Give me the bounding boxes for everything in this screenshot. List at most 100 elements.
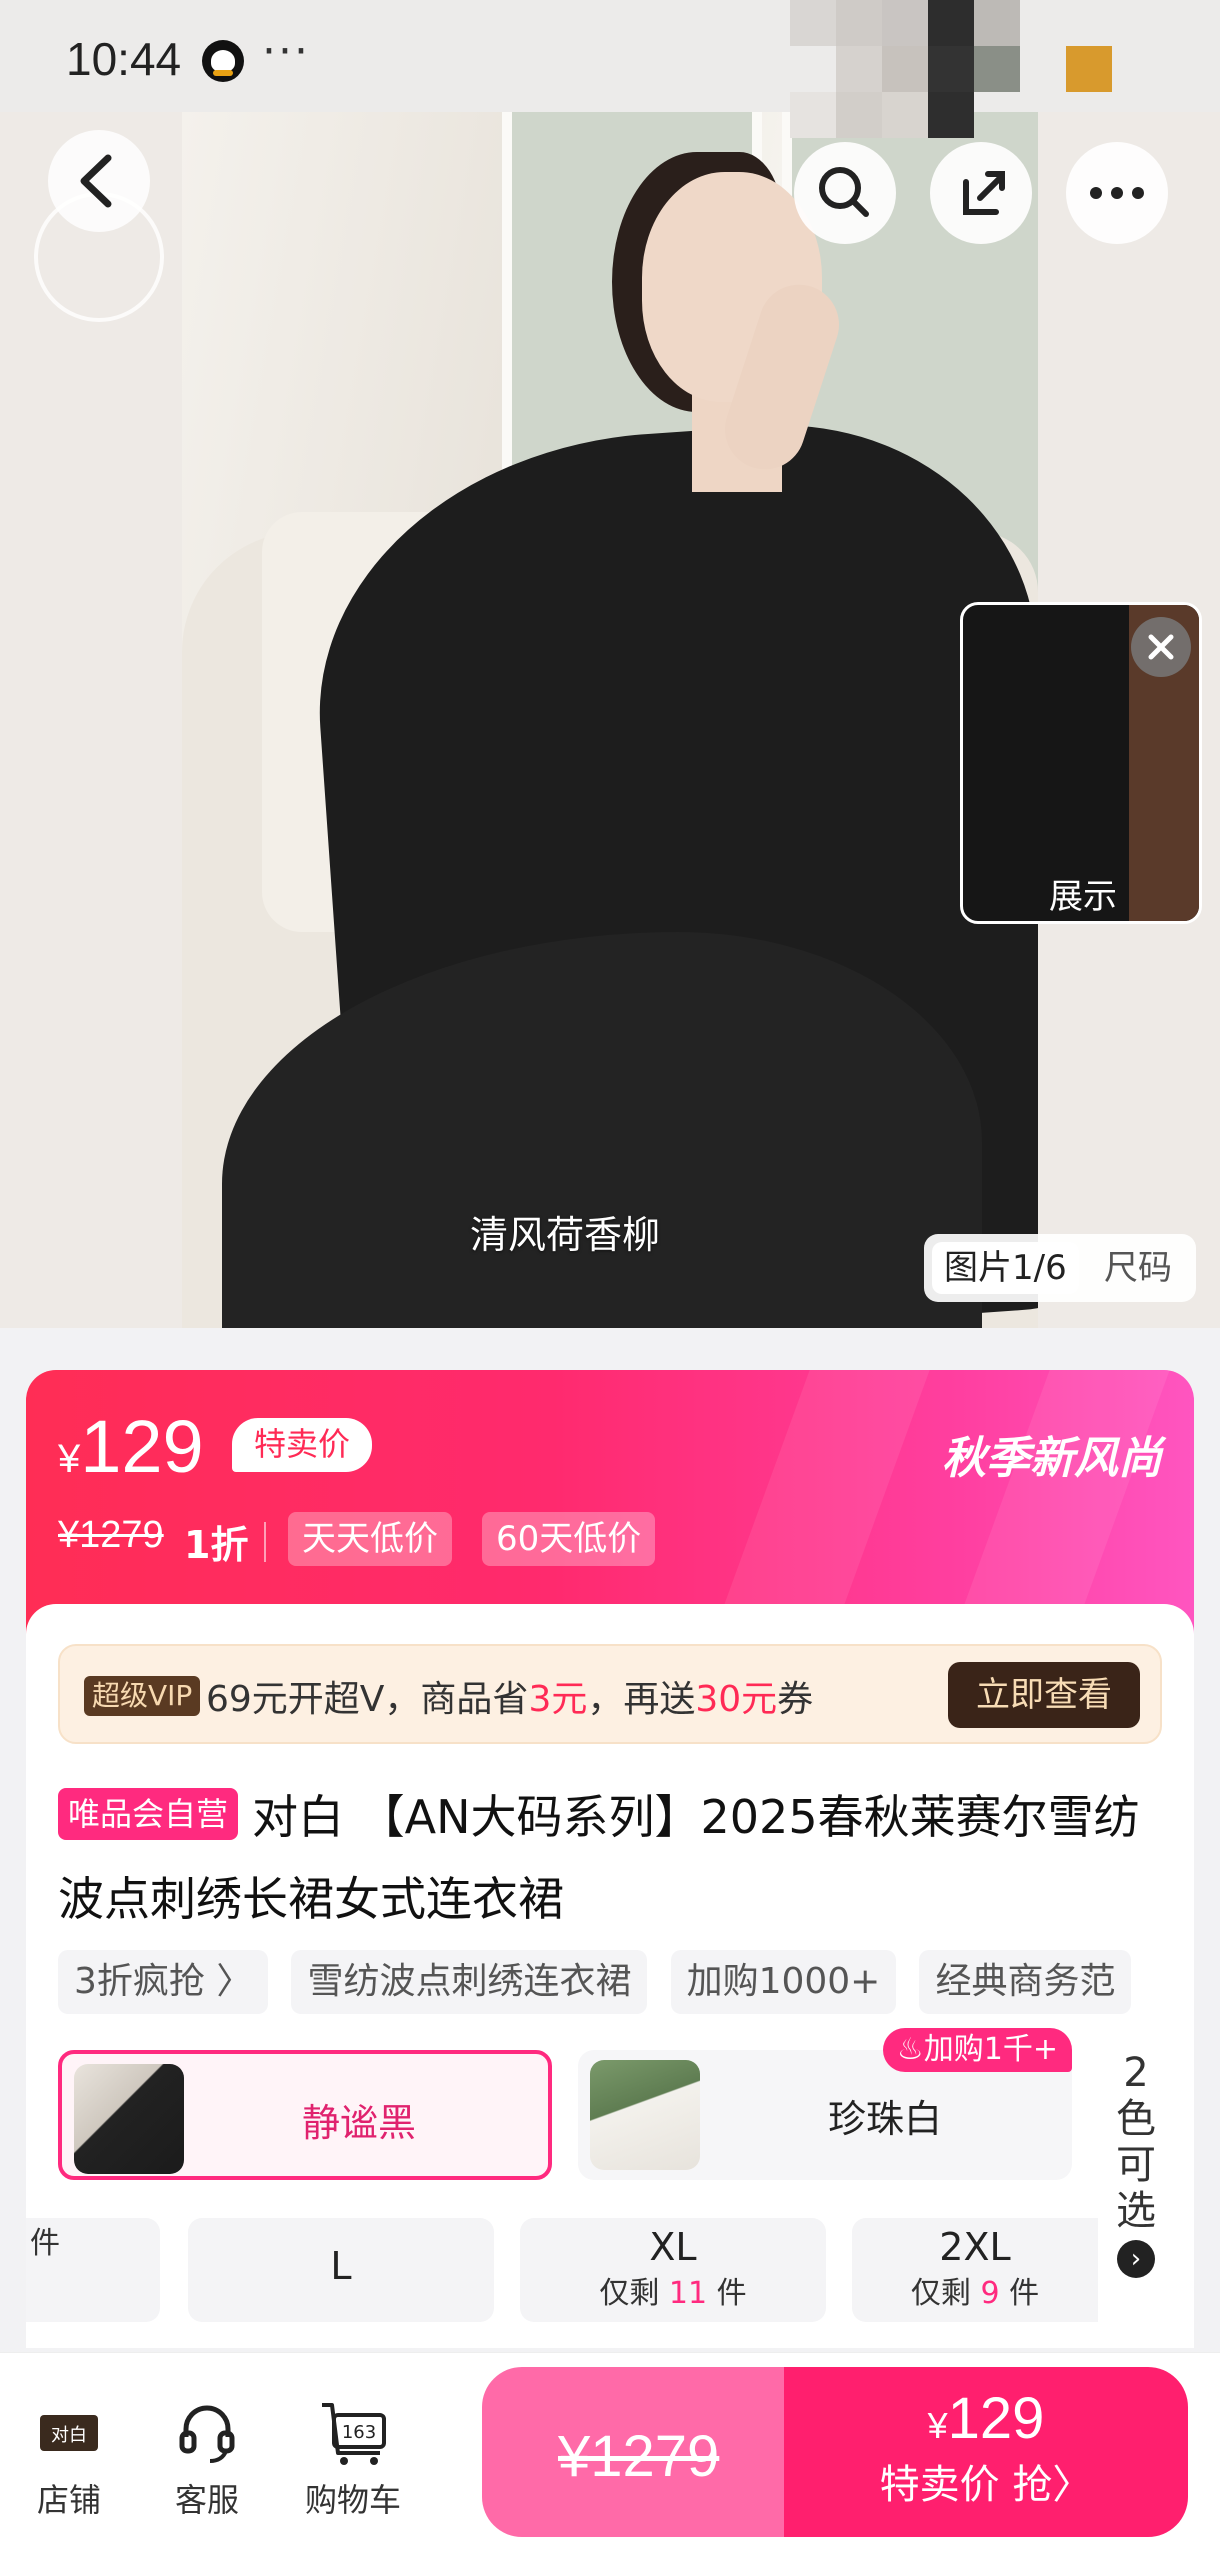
chip-cart-count[interactable]: 加购1000+ — [670, 1950, 897, 2014]
special-price-tag: 特卖价 — [232, 1418, 373, 1472]
stock-suffix: 件 — [707, 2276, 747, 2311]
stock-suffix: 件 — [30, 2226, 60, 2261]
search-icon — [819, 167, 869, 217]
vip-promo-bar[interactable]: 超级VIP 69元开超Ⅴ，商品省3元，再送30元券 立即查看 — [58, 1644, 1162, 1744]
image-pager[interactable]: 图片1/6 尺码 — [924, 1234, 1196, 1302]
hot-badge-text: 加购1千+ — [923, 2032, 1058, 2067]
detail-thumbnail[interactable]: 展示 — [960, 602, 1202, 924]
discount-label: 1折 — [184, 1523, 249, 1567]
vip-text-part: 69元开超Ⅴ，商品省 — [206, 1679, 529, 1720]
color-swatch-black — [74, 2064, 184, 2174]
buy-label: 特卖价 抢〉 — [879, 2462, 1093, 2508]
product-gallery[interactable]: 清风荷香柳 展示 图片1/6 尺码 — [0, 112, 1220, 1328]
status-time: 10:44 — [66, 33, 182, 85]
status-bar: 10:44 ··· — [0, 0, 1220, 138]
current-price: ¥129 — [58, 1404, 204, 1489]
product-info: 超级VIP 69元开超Ⅴ，商品省3元，再送30元券 立即查看 唯品会自营 对白 【… — [26, 1604, 1194, 2348]
more-dots-icon — [1090, 187, 1144, 199]
size-option-partial[interactable]: 件 — [26, 2218, 160, 2322]
size-option-l[interactable]: L — [188, 2218, 494, 2322]
bottom-original-price: ¥1279 — [558, 2424, 720, 2489]
product-title: 唯品会自营 对白 【AN大码系列】2025春秋莱赛尔雪纺波点刺绣长裙女式连衣裙 — [58, 1776, 1168, 1940]
stock-prefix: 仅剩 — [910, 2276, 981, 2311]
size-stock: 件 — [26, 2222, 160, 2266]
vip-saving: 3元 — [528, 1679, 588, 1720]
buy-button-group: ¥1279 ¥129 特卖价 抢〉 — [482, 2367, 1188, 2537]
color-option-white[interactable]: 珍珠白 ♨加购1千+ — [578, 2028, 1072, 2180]
size-name: XL — [649, 2225, 697, 2269]
color-label: 静谧黑 — [302, 2101, 417, 2145]
more-colors-char: 选 — [1116, 2188, 1156, 2234]
chip-business[interactable]: 经典商务范 — [919, 1950, 1132, 2014]
shop-logo-text: 对白 — [51, 2425, 87, 2446]
stock-suffix: 件 — [999, 2276, 1040, 2311]
buy-price: ¥129 — [784, 2367, 1188, 2452]
more-colors-button[interactable]: 2 色 可 选 › — [1106, 2050, 1166, 2278]
vip-coupon: 30元 — [695, 1679, 778, 1720]
shop-label: 店铺 — [36, 2481, 101, 2519]
currency-symbol: ¥ — [58, 1437, 81, 1481]
vip-view-button[interactable]: 立即查看 — [948, 1662, 1140, 1728]
size-name: L — [330, 2244, 352, 2288]
more-colors-char: 2 — [1123, 2050, 1149, 2096]
close-icon — [1148, 634, 1174, 660]
chevron-left-icon — [80, 154, 112, 208]
image-counter[interactable]: 图片1/6 — [932, 1242, 1079, 1294]
bottom-action-bar: 对白 店铺 客服 163 购物车 ¥1279 ¥129 特卖价 抢〉 — [0, 2352, 1220, 2561]
campaign-title: 秋季新风尚 — [942, 1433, 1162, 1484]
color-option-black[interactable]: 静谧黑 — [58, 2050, 552, 2180]
hot-badge: ♨加购1千+ — [882, 2028, 1072, 2072]
more-colors-char: 可 — [1116, 2142, 1156, 2188]
cart-icon: 163 — [318, 2397, 388, 2467]
headset-icon — [172, 2397, 242, 2467]
cart-label: 购物车 — [304, 2481, 401, 2519]
cart-count: 163 — [342, 2422, 376, 2443]
pixelated-area — [790, 0, 1120, 150]
buy-now-button[interactable]: ¥129 特卖价 抢〉 — [784, 2367, 1188, 2537]
price-value: 129 — [80, 1405, 204, 1488]
stock-count: 11 — [668, 2276, 708, 2311]
back-button[interactable] — [48, 130, 150, 232]
color-swatch-white — [590, 2060, 700, 2170]
original-price-button[interactable]: ¥1279 — [482, 2367, 784, 2537]
low-price-badge: 60天低价 — [482, 1512, 656, 1566]
chip-flash-sale[interactable]: 3折疯抢 〉 — [58, 1950, 269, 2014]
service-tab[interactable]: 客服 — [152, 2397, 262, 2521]
size-chart-tab[interactable]: 尺码 — [1104, 1242, 1172, 1294]
close-thumbnail-button[interactable] — [1131, 617, 1191, 677]
shop-icon: 对白 — [34, 2397, 104, 2467]
stock-prefix: 仅剩 — [599, 2276, 669, 2311]
low-price-badge: 天天低价 — [288, 1512, 452, 1566]
chevron-right-icon: › — [1117, 2240, 1155, 2278]
search-button[interactable] — [794, 142, 896, 244]
vip-promo-text: 69元开超Ⅴ，商品省3元，再送30元券 — [206, 1670, 813, 1722]
vip-badge: 超级VIP — [84, 1676, 201, 1716]
buy-currency: ¥ — [927, 2405, 948, 2446]
more-colors-char: 色 — [1116, 2096, 1156, 2142]
size-option-xl[interactable]: XL 仅剩 11 件 — [520, 2218, 826, 2322]
share-button[interactable] — [930, 142, 1032, 244]
buy-price-value: 129 — [947, 2386, 1045, 2451]
cart-tab[interactable]: 163 购物车 — [298, 2397, 408, 2521]
original-price: ¥1279 — [58, 1514, 164, 1556]
fire-icon: ♨ — [896, 2032, 924, 2067]
thumbnail-label: 展示 — [1049, 877, 1117, 917]
size-stock: 仅剩 9 件 — [852, 2272, 1098, 2316]
product-photo[interactable]: 清风荷香柳 — [182, 112, 1038, 1328]
share-icon — [963, 171, 1005, 215]
vip-text-part: ，再送 — [587, 1679, 696, 1720]
more-button[interactable] — [1066, 142, 1168, 244]
stock-count: 9 — [980, 2276, 1000, 2311]
seller-tag: 唯品会自营 — [58, 1788, 239, 1840]
size-option-2xl[interactable]: 2XL 仅剩 9 件 — [852, 2218, 1098, 2322]
vip-text-part: 券 — [777, 1679, 814, 1720]
divider — [264, 1522, 266, 1562]
service-label: 客服 — [174, 2481, 239, 2519]
size-stock: 仅剩 11 件 — [520, 2272, 826, 2316]
status-more-icon: ··· — [262, 26, 310, 77]
chip-style[interactable]: 雪纺波点刺绣连衣裙 — [291, 1950, 648, 2014]
photo-caption: 清风荷香柳 — [470, 1213, 661, 1257]
shop-tab[interactable]: 对白 店铺 — [14, 2397, 124, 2521]
color-label: 珍珠白 — [828, 2097, 943, 2141]
qq-icon — [202, 40, 244, 82]
